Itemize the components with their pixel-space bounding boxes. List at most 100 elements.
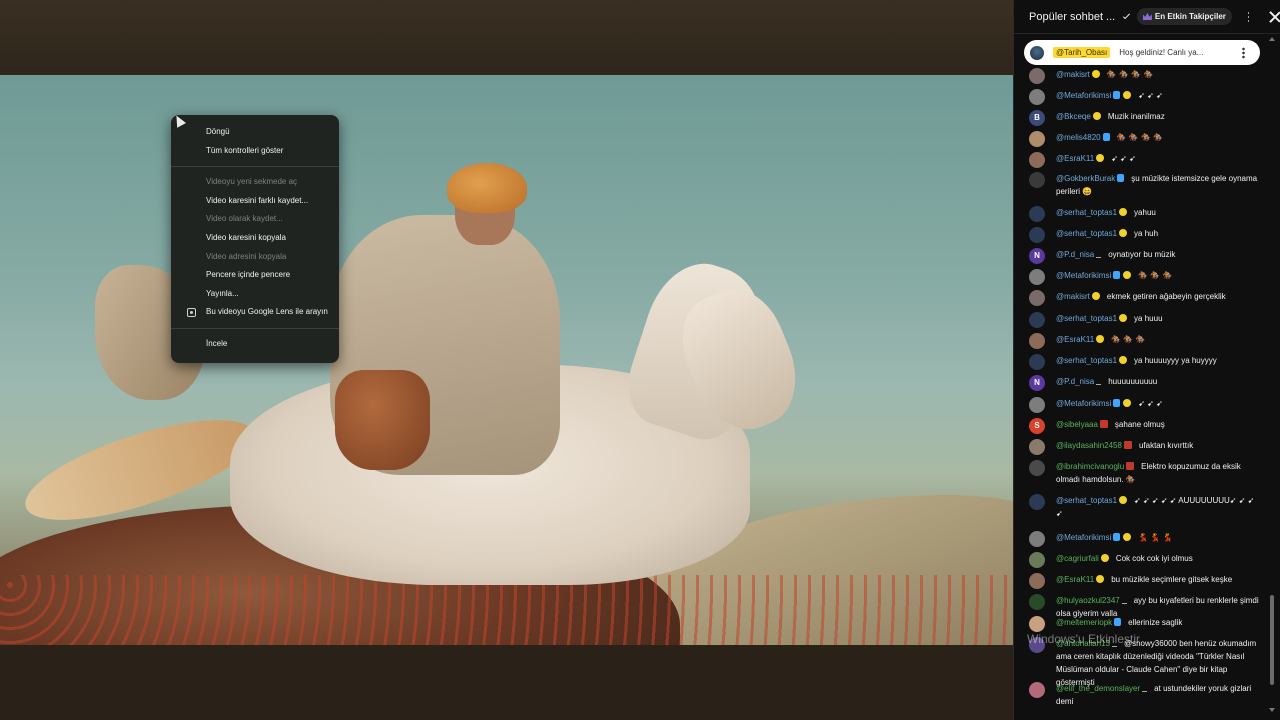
avatar[interactable] bbox=[1029, 290, 1045, 306]
chat-author[interactable]: @ibrahimcivanoglu bbox=[1056, 462, 1124, 471]
more-options-icon[interactable] bbox=[1247, 10, 1249, 23]
chat-message[interactable]: @serhat_toptas1 ya huuuuyyy ya huyyyy bbox=[1029, 354, 1261, 370]
pinned-options-icon[interactable] bbox=[1242, 47, 1245, 59]
chat-author[interactable]: @serhat_toptas1 bbox=[1056, 314, 1117, 323]
chat-message[interactable]: @serhat_toptas1 ya huuu bbox=[1029, 312, 1261, 328]
chat-message[interactable]: @Metaforikimsi 🏇 🏇 🏇 bbox=[1029, 269, 1261, 285]
chat-message[interactable]: @makisrt 🏇 🏇 🏇 🏇 bbox=[1029, 68, 1261, 84]
avatar[interactable]: N bbox=[1029, 375, 1045, 391]
chat-message[interactable]: N @P.d_nisa oynatıyor bu müzik bbox=[1029, 248, 1261, 264]
menu-item-cast[interactable]: Yayınla... bbox=[171, 285, 339, 304]
chat-message[interactable]: @serhat_toptas1 yahuu bbox=[1029, 206, 1261, 222]
chat-author[interactable]: @Metaforikimsi bbox=[1056, 399, 1111, 408]
menu-item-save-video[interactable]: Video olarak kaydet... bbox=[171, 210, 339, 229]
chat-message[interactable]: @ilaydasahin2458 ufaktan kıvırttık bbox=[1029, 439, 1261, 455]
chat-message[interactable]: S @sibelyaaa şahane olmuş bbox=[1029, 418, 1261, 434]
top-fans-button[interactable]: En Etkin Takipçiler bbox=[1136, 8, 1232, 25]
chat-author[interactable]: @serhat_toptas1 bbox=[1056, 496, 1117, 505]
chat-message[interactable]: @elif_the_demonslayer at ustundekiler yor… bbox=[1029, 682, 1261, 708]
chat-message[interactable]: @cagriurfali Cok cok cok iyi olmus bbox=[1029, 552, 1261, 568]
menu-item-open-new-tab[interactable]: Videoyu yeni sekmede aç bbox=[171, 173, 339, 192]
chat-author[interactable]: @EsraK11 bbox=[1056, 575, 1094, 584]
chat-message[interactable]: @serhat_toptas1 ya huh bbox=[1029, 227, 1261, 243]
chat-message[interactable]: @GokberkBurak şu müzikte istemsizce gele … bbox=[1029, 172, 1261, 198]
close-icon[interactable] bbox=[1269, 11, 1272, 23]
chat-message[interactable]: @makisrt ekmek getiren ağabeyin gerçeklik bbox=[1029, 290, 1261, 306]
chat-message[interactable]: N @P.d_nisa huuuuuuuuuu bbox=[1029, 375, 1261, 391]
chat-scrollbar[interactable] bbox=[1270, 595, 1274, 685]
chat-message[interactable]: @ibrahimcivanoglu Elektro kopuzumuz da ek… bbox=[1029, 460, 1261, 486]
menu-item-google-lens[interactable]: Bu videoyu Google Lens ile arayın bbox=[171, 303, 339, 322]
chat-author[interactable]: @melis4820 bbox=[1056, 133, 1101, 142]
chat-author[interactable]: @P.d_nisa bbox=[1056, 377, 1094, 386]
chat-message-list[interactable]: @makisrt 🏇 🏇 🏇 🏇 @Metaforikimsi ➹ ➹ ➹ B @Bkce… bbox=[1014, 66, 1271, 720]
menu-item-loop[interactable]: Döngü bbox=[171, 123, 339, 142]
chat-author[interactable]: @ilaydasahin2458 bbox=[1056, 441, 1122, 450]
menu-item-copy-frame[interactable]: Video karesini kopyala bbox=[171, 229, 339, 248]
chat-author[interactable]: @Metaforikimsi bbox=[1056, 91, 1111, 100]
scroll-down-arrow-icon[interactable] bbox=[1269, 708, 1275, 712]
chat-author[interactable]: @Bkceqe bbox=[1056, 112, 1091, 121]
avatar[interactable] bbox=[1029, 494, 1045, 510]
avatar[interactable] bbox=[1029, 312, 1045, 328]
chat-author[interactable]: @makisrt bbox=[1056, 70, 1090, 79]
chat-message[interactable]: B @Bkceqe Muzik inanilmaz bbox=[1029, 110, 1261, 126]
menu-item-show-controls[interactable]: Tüm kontrolleri göster bbox=[171, 142, 339, 161]
chat-author[interactable]: @hulyaozkul2347 bbox=[1056, 596, 1120, 605]
avatar[interactable] bbox=[1029, 573, 1045, 589]
avatar[interactable] bbox=[1029, 594, 1045, 610]
avatar[interactable] bbox=[1029, 152, 1045, 168]
chevron-down-icon[interactable] bbox=[1123, 11, 1130, 19]
scroll-up-arrow-icon[interactable] bbox=[1269, 37, 1275, 41]
avatar[interactable] bbox=[1029, 89, 1045, 105]
avatar[interactable] bbox=[1029, 333, 1045, 349]
chat-message[interactable]: @EsraK11 bu müzikle seçimlere gitsek keşk… bbox=[1029, 573, 1261, 589]
chat-author[interactable]: @GokberkBurak bbox=[1056, 174, 1115, 183]
chat-author[interactable]: @meltemeriopk bbox=[1056, 618, 1112, 627]
avatar[interactable] bbox=[1029, 397, 1045, 413]
chat-message[interactable]: @EsraK11 ➹ ➹ ➹ bbox=[1029, 152, 1261, 168]
chat-author[interactable]: @makisrt bbox=[1056, 292, 1090, 301]
avatar[interactable] bbox=[1029, 354, 1045, 370]
avatar[interactable]: S bbox=[1029, 418, 1045, 434]
menu-item-inspect[interactable]: İncele bbox=[171, 335, 339, 354]
avatar[interactable]: B bbox=[1029, 110, 1045, 126]
chat-mode-title[interactable]: Popüler sohbet ... bbox=[1029, 11, 1115, 23]
avatar[interactable] bbox=[1029, 131, 1045, 147]
avatar[interactable] bbox=[1029, 269, 1045, 285]
chat-message[interactable]: @Metaforikimsi ➹ ➹ ➹ bbox=[1029, 397, 1261, 413]
chat-message[interactable]: @EsraK11 🏇 🏇 🏇 bbox=[1029, 333, 1261, 349]
avatar[interactable] bbox=[1029, 68, 1045, 84]
chat-message[interactable]: @melis4820 🏇 🏇 🏇 🏇 bbox=[1029, 131, 1261, 147]
avatar[interactable] bbox=[1029, 439, 1045, 455]
chat-author[interactable]: @P.d_nisa bbox=[1056, 250, 1094, 259]
avatar[interactable] bbox=[1029, 460, 1045, 476]
menu-item-picture-in-picture[interactable]: Pencere içinde pencere bbox=[171, 266, 339, 285]
avatar[interactable] bbox=[1029, 172, 1045, 188]
chat-author[interactable]: @serhat_toptas1 bbox=[1056, 208, 1117, 217]
menu-item-copy-video-address[interactable]: Video adresini kopyala bbox=[171, 248, 339, 267]
chat-message[interactable]: @Metaforikimsi 💃 💃 💃 bbox=[1029, 531, 1261, 547]
chat-message[interactable]: @meltemeriopk ellerinize saglik bbox=[1029, 616, 1261, 632]
chat-author[interactable]: @Metaforikimsi bbox=[1056, 533, 1111, 542]
chat-message[interactable]: @serhat_toptas1 ➹ ➹ ➹ ➹ ➹ AUUUUUUUU➹ ➹ ➹ … bbox=[1029, 494, 1261, 520]
video-frame[interactable] bbox=[0, 75, 1013, 645]
chat-author[interactable]: @EsraK11 bbox=[1056, 335, 1094, 344]
chat-author[interactable]: @sibelyaaa bbox=[1056, 420, 1098, 429]
chat-message[interactable]: @Metaforikimsi ➹ ➹ ➹ bbox=[1029, 89, 1261, 105]
chat-author[interactable]: @serhat_toptas1 bbox=[1056, 356, 1117, 365]
avatar[interactable] bbox=[1029, 552, 1045, 568]
chat-author[interactable]: @elif_the_demonslayer bbox=[1056, 684, 1140, 693]
pinned-message[interactable]: @Tarih_Obası Hoş geldiniz! Canlı ya... bbox=[1024, 40, 1260, 65]
avatar[interactable] bbox=[1029, 616, 1045, 632]
avatar[interactable] bbox=[1029, 206, 1045, 222]
chat-author[interactable]: @EsraK11 bbox=[1056, 154, 1094, 163]
avatar[interactable] bbox=[1029, 531, 1045, 547]
avatar[interactable] bbox=[1029, 227, 1045, 243]
avatar[interactable] bbox=[1029, 682, 1045, 698]
avatar[interactable]: N bbox=[1029, 248, 1045, 264]
video-player[interactable] bbox=[0, 0, 1013, 720]
menu-item-save-frame[interactable]: Video karesini farklı kaydet... bbox=[171, 192, 339, 211]
chat-author[interactable]: @cagriurfali bbox=[1056, 554, 1099, 563]
chat-author[interactable]: @serhat_toptas1 bbox=[1056, 229, 1117, 238]
